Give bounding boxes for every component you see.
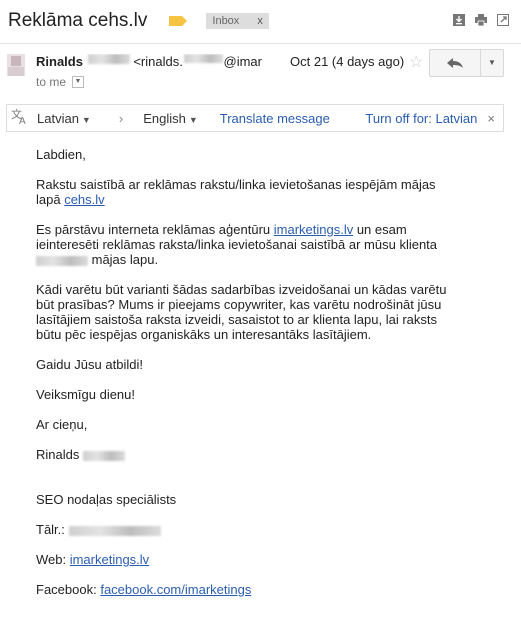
source-language-label: Latvian <box>37 110 79 126</box>
signature-facebook-line: Facebook: facebook.com/imarketings <box>36 582 456 597</box>
close-icon[interactable]: × <box>487 111 495 126</box>
header-divider <box>0 43 521 44</box>
target-language-dropdown[interactable]: English ▼ <box>143 111 198 126</box>
facebook-link[interactable]: facebook.com/imarketings <box>100 582 251 597</box>
source-language-dropdown[interactable]: Latvian ▼ <box>37 111 91 126</box>
print-icon[interactable] <box>475 13 487 27</box>
sender-email-prefix: <rinalds. <box>133 54 183 69</box>
paragraph-4: Gaidu Jūsu atbildi! <box>36 357 143 372</box>
redacted-email <box>183 54 223 63</box>
imarketings-link[interactable]: imarketings.lv <box>274 222 353 237</box>
star-icon[interactable]: ☆ <box>409 52 423 72</box>
turn-off-translation-link[interactable]: Turn off for: Latvian <box>365 111 477 126</box>
greeting: Labdien, <box>36 147 86 162</box>
sender-line[interactable]: Rinalds <rinalds. @imar <box>36 54 262 69</box>
paragraph-5: Veiksmīgu dienu! <box>36 387 136 402</box>
paragraph-1: Rakstu saistībā ar reklāmas rakstu/linka… <box>36 177 456 207</box>
subject-row: Reklāma cehs.lv Inbox x <box>8 6 269 36</box>
message-date: Oct 21 (4 days ago) <box>290 54 405 69</box>
recipient-line: to me ▼ <box>36 75 85 89</box>
caret-down-icon: ▼ <box>188 114 198 125</box>
svg-text:A: A <box>19 116 26 125</box>
cehs-link[interactable]: cehs.lv <box>64 192 104 207</box>
message-actions <box>453 13 509 27</box>
more-options-button[interactable]: ▼ <box>480 49 504 77</box>
download-icon[interactable] <box>453 13 465 26</box>
signature-web-line: Web: imarketings.lv <box>36 552 456 567</box>
sender-email-suffix: @imar <box>223 54 262 69</box>
inbox-label-chip[interactable]: Inbox x <box>206 13 269 29</box>
translate-icon: 文A <box>11 107 31 128</box>
redacted-client-link <box>36 255 88 266</box>
email-subject: Reklāma cehs.lv <box>8 10 148 31</box>
email-body: Labdien, Rakstu saistībā ar reklāmas rak… <box>36 147 456 612</box>
sender-avatar <box>7 54 25 76</box>
web-link[interactable]: imarketings.lv <box>70 552 149 567</box>
signature-name: Rinalds <box>36 447 80 462</box>
paragraph-3: Kādi varētu būt varianti šādas sadarbība… <box>36 282 447 342</box>
reply-icon <box>447 57 463 68</box>
important-marker-icon[interactable] <box>169 16 188 26</box>
to-me-label: to me <box>36 75 67 89</box>
paragraph-2: Es pārstāvu interneta reklāmas aģentūru … <box>36 222 456 267</box>
signature-phone-line: Tālr.: <box>36 522 456 537</box>
redacted-signature-surname <box>82 450 125 461</box>
redacted-phone <box>68 525 161 536</box>
translate-bar: 文A Latvian ▼ › English ▼ Translate message… <box>6 104 504 132</box>
paragraph-2-text-a: Es pārstāvu interneta reklāmas aģentūru <box>36 222 274 237</box>
facebook-label: Facebook: <box>36 582 101 597</box>
inbox-label-text: Inbox <box>212 15 240 27</box>
paragraph-6: Ar cieņu, <box>36 417 88 432</box>
target-language-label: English <box>143 110 186 126</box>
show-details-caret-icon[interactable]: ▼ <box>72 76 85 88</box>
phone-label: Tālr.: <box>36 522 65 537</box>
sender-name: Rinalds <box>36 54 83 69</box>
redacted-surname <box>87 54 131 64</box>
remove-label-button[interactable]: x <box>257 13 263 29</box>
paragraph-2-text-c: mājas lapu. <box>88 252 159 267</box>
signature-name-line: Rinalds <box>36 447 456 462</box>
chevron-right-icon: › <box>118 110 124 126</box>
web-label: Web: <box>36 552 70 567</box>
caret-down-icon: ▼ <box>81 114 91 125</box>
new-window-icon[interactable] <box>497 13 509 26</box>
signature-title: SEO nodaļas speciālists <box>36 492 177 507</box>
translate-message-link[interactable]: Translate message <box>220 111 330 126</box>
reply-button[interactable] <box>429 49 481 77</box>
